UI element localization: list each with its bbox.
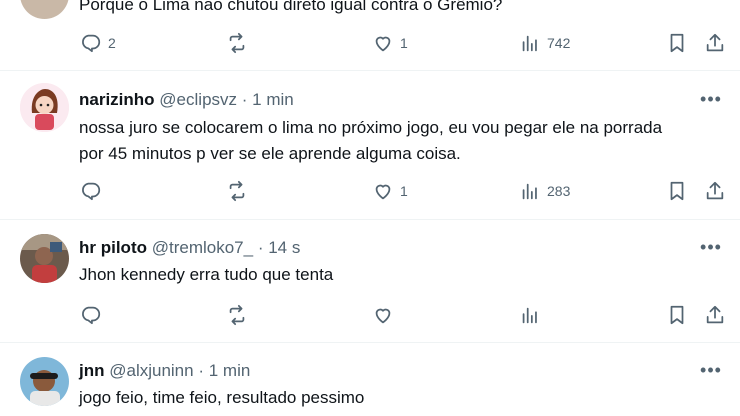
repost-icon [229,180,245,202]
post[interactable]: hr piloto @tremloko7_ · 14 s ••• Jhon ke… [0,220,740,342]
repost-icon [229,304,245,326]
avatar[interactable] [20,357,69,406]
like-icon [375,308,391,324]
avatar-image [20,83,69,132]
post[interactable]: narizinho @eclipsvz · 1 min ••• nossa ju… [0,71,740,219]
separator-dot: · [241,90,248,109]
user-handle[interactable]: @tremloko7_ [152,238,253,257]
reply-button[interactable] [80,302,108,328]
bookmark-icon [670,181,684,201]
display-name[interactable]: hr piloto [79,238,147,257]
views-icon [522,35,537,52]
post-text: jogo feio, time feio, resultado pessimo [79,388,365,407]
views-button[interactable]: 283 [519,178,570,204]
bookmark-button[interactable] [666,302,688,328]
post[interactable]: Porque o Lima não chutou direto igual co… [0,0,740,70]
reply-count: 2 [108,35,116,51]
like-button[interactable]: 1 [372,178,408,204]
display-name[interactable]: jnn [79,361,105,380]
more-icon[interactable]: ••• [700,90,722,115]
views-button[interactable] [519,302,547,328]
reply-icon [82,34,101,53]
post-header: jnn @alxjuninn · 1 min [79,360,250,382]
separator-dot: · [198,361,205,380]
views-count: 283 [547,183,571,199]
user-handle[interactable]: @alxjuninn [109,361,193,380]
post-actions [0,302,740,328]
post-actions: 1 283 [0,178,740,204]
avatar-image [20,357,69,406]
like-icon [375,36,391,52]
share-icon [706,33,724,52]
post-text: nossa juro se colocarem o lima no próxim… [79,118,663,163]
like-button[interactable]: 1 [372,30,408,56]
reply-icon [82,306,101,325]
post-actions: 2 1 742 [0,30,740,56]
user-handle[interactable]: @eclipsvz [159,90,237,109]
views-icon [522,183,537,200]
more-icon[interactable]: ••• [700,361,722,386]
views-icon [522,307,537,324]
avatar-image [20,234,69,283]
share-button[interactable] [704,178,726,204]
separator-dot: · [257,238,264,257]
reply-icon [82,182,101,201]
reply-button[interactable]: 2 [80,30,116,56]
repost-icon [229,32,245,54]
share-icon [706,305,724,324]
avatar[interactable] [20,83,69,132]
repost-button[interactable] [226,302,254,328]
post-text: Porque o Lima não chutou direto igual co… [79,0,503,14]
like-icon [375,184,391,200]
post-text: Jhon kennedy erra tudo que tenta [79,265,334,284]
like-count: 1 [400,35,408,51]
bookmark-icon [670,33,684,53]
share-icon [706,181,724,200]
repost-button[interactable] [226,30,254,56]
like-button[interactable] [372,302,400,328]
post[interactable]: jnn @alxjuninn · 1 min ••• jogo feio, ti… [0,343,740,416]
more-icon[interactable]: ••• [700,238,722,263]
avatar[interactable] [20,234,69,283]
bookmark-button[interactable] [666,30,688,56]
reply-button[interactable] [80,178,108,204]
bookmark-icon [670,305,684,325]
timestamp[interactable]: 1 min [252,90,294,109]
timestamp[interactable]: 14 s [268,238,300,257]
repost-button[interactable] [226,178,254,204]
views-button[interactable]: 742 [519,30,570,56]
post-header: narizinho @eclipsvz · 1 min [79,89,294,111]
views-count: 742 [547,35,571,51]
like-count: 1 [400,183,408,199]
share-button[interactable] [704,302,726,328]
timestamp[interactable]: 1 min [209,361,251,380]
share-button[interactable] [704,30,726,56]
avatar[interactable] [20,0,69,19]
post-header: hr piloto @tremloko7_ · 14 s [79,237,300,259]
display-name[interactable]: narizinho [79,90,155,109]
bookmark-button[interactable] [666,178,688,204]
